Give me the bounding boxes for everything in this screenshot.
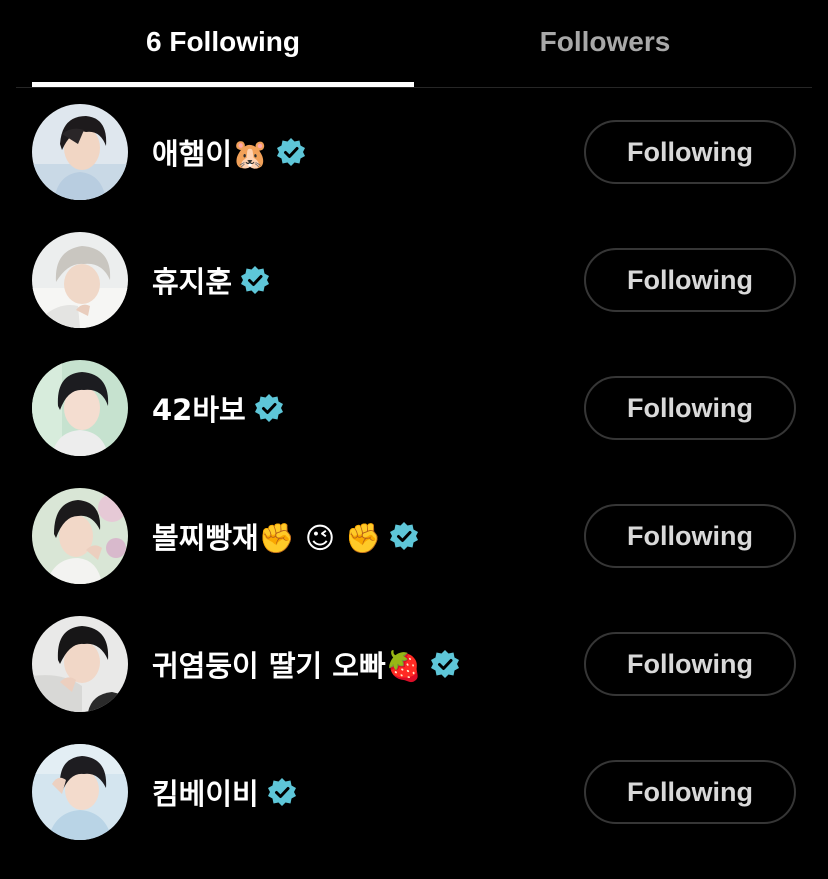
user-name-group: 킴베이비 [152,768,297,816]
avatar[interactable] [32,232,128,328]
profile-photo-icon [32,488,128,584]
following-button[interactable]: Following [584,120,796,184]
list-item: 42바보 Following [0,344,828,472]
verified-badge-icon [390,522,419,550]
following-button[interactable]: Following [584,376,796,440]
profile-photo-icon [32,104,128,200]
verified-badge-icon [241,266,270,294]
list-item: 휴지훈 Following [0,216,828,344]
tab-followers-label: Followers [539,26,671,57]
avatar[interactable] [32,616,128,712]
list-item: 귀염둥이 딸기 오빠🍓 Following [0,600,828,728]
avatar[interactable] [32,360,128,456]
user-name[interactable]: 휴지훈 [152,259,232,301]
list-item: 볼찌빵재✊ 😉 ✊ Following [0,472,828,600]
user-name[interactable]: 볼찌빵재✊ 😉 ✊ [152,515,381,557]
tab-bar: 6 Following Followers [0,0,828,88]
user-name-group: 볼찌빵재✊ 😉 ✊ [152,512,419,560]
tab-following-label: 6 Following [146,26,300,57]
following-button[interactable]: Following [584,632,796,696]
verified-badge-icon [254,394,283,422]
profile-photo-icon [32,360,128,456]
tab-following[interactable]: 6 Following [32,0,414,88]
user-name[interactable]: 애햄이🐹 [152,131,268,173]
user-name-group: 애햄이🐹 [152,128,306,176]
avatar[interactable] [32,104,128,200]
verified-badge-icon [277,138,306,166]
list-item: 킴베이비 Following [0,728,828,856]
avatar[interactable] [32,744,128,840]
list-item: 애햄이🐹 Following [0,88,828,216]
following-button[interactable]: Following [584,248,796,312]
verified-badge-icon [267,778,296,806]
profile-photo-icon [32,232,128,328]
verified-badge-icon [430,650,459,678]
tab-followers[interactable]: Followers [414,0,796,88]
user-name[interactable]: 귀염둥이 딸기 오빠🍓 [152,643,422,685]
user-name[interactable]: 42바보 [152,387,246,429]
following-button[interactable]: Following [584,504,796,568]
avatar[interactable] [32,488,128,584]
user-name-group: 42바보 [152,384,284,432]
user-name[interactable]: 킴베이비 [152,771,259,813]
profile-photo-icon [32,616,128,712]
user-name-group: 휴지훈 [152,256,270,304]
profile-photo-icon [32,744,128,840]
user-name-group: 귀염둥이 딸기 오빠🍓 [152,640,460,688]
following-button[interactable]: Following [584,760,796,824]
